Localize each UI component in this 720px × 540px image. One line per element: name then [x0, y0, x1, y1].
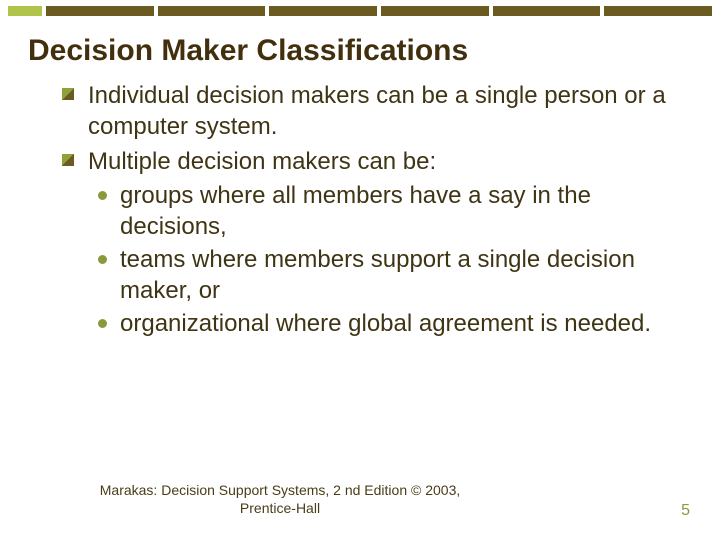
sub-lead: groups	[120, 182, 193, 209]
bullet-item: Multiple decision makers can be: groups …	[58, 146, 674, 339]
footer-line2: Prentice-Hall	[240, 500, 320, 516]
sub-lead: teams	[120, 246, 185, 273]
sub-rest: where global agreement is needed.	[269, 310, 651, 337]
sub-lead: organizational	[120, 310, 269, 337]
slide-footer: Marakas: Decision Support Systems, 2 nd …	[0, 482, 720, 522]
bar-segment	[158, 6, 266, 16]
bullet-list: Individual decision makers can be a sing…	[58, 80, 674, 340]
sub-bullet-item: teams where members support a single dec…	[94, 244, 674, 306]
footer-line1: Marakas: Decision Support Systems, 2 nd …	[100, 482, 461, 498]
bar-segment	[269, 6, 377, 16]
slide-body: Individual decision makers can be a sing…	[58, 80, 674, 340]
bar-segment	[493, 6, 601, 16]
bar-segment	[46, 6, 154, 16]
bar-segment	[604, 6, 712, 16]
bullet-item: Individual decision makers can be a sing…	[58, 80, 674, 142]
slide: Decision Maker Classifications Individua…	[0, 0, 720, 540]
bar-segment	[381, 6, 489, 16]
bullet-text: Individual decision makers can be a sing…	[88, 82, 666, 140]
sub-bullet-item: groups where all members have a say in t…	[94, 180, 674, 242]
sub-rest: where members support a single decision …	[120, 246, 635, 304]
bullet-text: Multiple decision makers can be:	[88, 148, 436, 175]
bar-segment	[8, 6, 42, 16]
decorative-top-bar	[0, 0, 720, 16]
sub-bullet-item: organizational where global agreement is…	[94, 308, 674, 339]
page-number: 5	[681, 502, 690, 520]
slide-title: Decision Maker Classifications	[28, 34, 692, 68]
sub-bullet-list: groups where all members have a say in t…	[94, 180, 674, 340]
footer-text: Marakas: Decision Support Systems, 2 nd …	[80, 482, 480, 517]
